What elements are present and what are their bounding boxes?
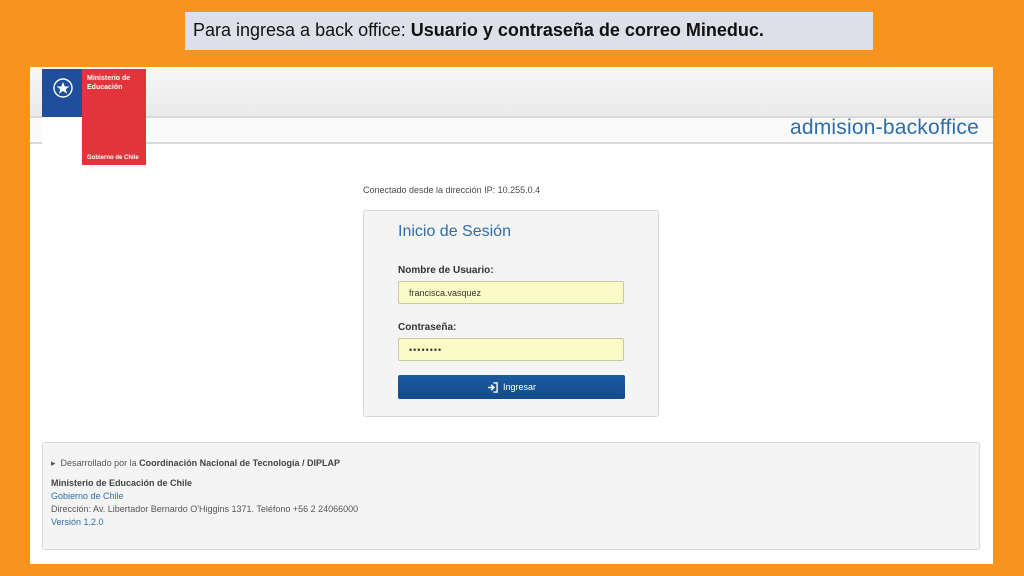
app-title: admision-backoffice (789, 116, 979, 139)
chile-crest-icon (53, 78, 73, 98)
logo-government-text: Gobierno de Chile (87, 155, 139, 161)
developed-by-team: Coordinación Nacional de Tecnología / DI… (139, 458, 340, 468)
login-panel: Inicio de Sesión Nombre de Usuario: Cont… (363, 210, 659, 417)
instruction-banner: Para ingresa a back office: Usuario y co… (185, 12, 873, 50)
password-input[interactable] (398, 338, 624, 361)
ministry-logo[interactable]: Ministerio de Educación Gobierno de Chil… (42, 69, 146, 165)
ip-notice: Conectado desde la dirección IP: 10.255.… (363, 185, 541, 195)
gobierno-link[interactable]: Gobierno de Chile (51, 491, 124, 501)
developed-by[interactable]: ▸ Desarrollado por la Coordinación Nacio… (51, 458, 340, 469)
logo-blue-block (42, 69, 82, 165)
version-link[interactable]: Versión 1.2.0 (51, 517, 104, 527)
sign-in-icon (487, 381, 498, 393)
banner-text: Para ingresa a back office: (193, 20, 411, 40)
logo-white-block (42, 117, 82, 165)
browser-page: Ministerio de Educación Gobierno de Chil… (30, 67, 993, 564)
username-input[interactable] (398, 281, 624, 304)
username-label: Nombre de Usuario: (398, 265, 494, 276)
password-label: Contraseña: (398, 322, 457, 333)
footer-address: Dirección: Av. Libertador Bernardo O'Hig… (51, 504, 359, 514)
banner-bold-text: Usuario y contraseña de correo Mineduc. (410, 20, 764, 40)
logo-red-block: Ministerio de Educación Gobierno de Chil… (82, 69, 146, 165)
logo-ministry-text: Ministerio de Educación (87, 75, 131, 91)
triangle-right-icon: ▸ (51, 458, 56, 468)
login-button-label: Ingresar (502, 382, 537, 392)
login-title: Inicio de Sesión (398, 223, 511, 240)
footer-org: Ministerio de Educación de Chile (51, 478, 193, 488)
login-button[interactable]: Ingresar (398, 375, 625, 399)
developed-by-prefix: Desarrollado por la (60, 458, 140, 468)
header-bar (30, 67, 993, 118)
page-footer: ▸ Desarrollado por la Coordinación Nacio… (42, 442, 980, 550)
